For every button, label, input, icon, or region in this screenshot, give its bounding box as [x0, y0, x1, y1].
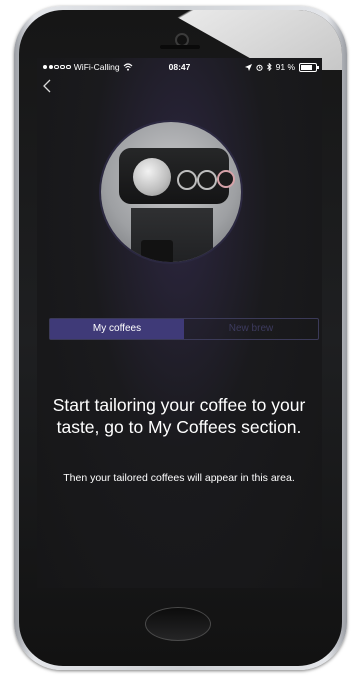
machine-drip-tray — [141, 240, 173, 262]
back-button[interactable] — [42, 78, 58, 96]
location-arrow-icon — [244, 63, 252, 71]
status-bar-right: 91 % — [244, 62, 319, 72]
battery-icon — [299, 62, 319, 72]
tab-new-brew[interactable]: New brew — [184, 319, 318, 339]
machine-button — [197, 170, 217, 190]
home-button[interactable] — [145, 607, 211, 641]
status-bar: WiFi-Calling 08:47 91 % — [37, 58, 322, 76]
empty-state-subline: Then your tailored coffees will appear i… — [63, 472, 295, 484]
empty-state-headline: Start tailoring your coffee to your tast… — [52, 395, 306, 437]
app-screen: WiFi-Calling 08:47 91 % My coffees New b… — [37, 58, 322, 588]
tab-my-coffees[interactable]: My coffees — [50, 319, 184, 339]
coffee-tabs: My coffees New brew — [49, 318, 319, 340]
machine-brew-head — [133, 158, 171, 196]
battery-level — [301, 64, 312, 70]
machine-control-panel — [119, 148, 235, 204]
chevron-left-icon — [43, 79, 51, 93]
coffee-machine-image — [101, 122, 241, 262]
machine-button — [217, 170, 235, 188]
alarm-icon — [256, 64, 263, 71]
earpiece-speaker — [160, 45, 200, 49]
bluetooth-icon — [266, 63, 272, 71]
battery-percent: 91 % — [275, 62, 295, 72]
machine-button — [177, 170, 197, 190]
